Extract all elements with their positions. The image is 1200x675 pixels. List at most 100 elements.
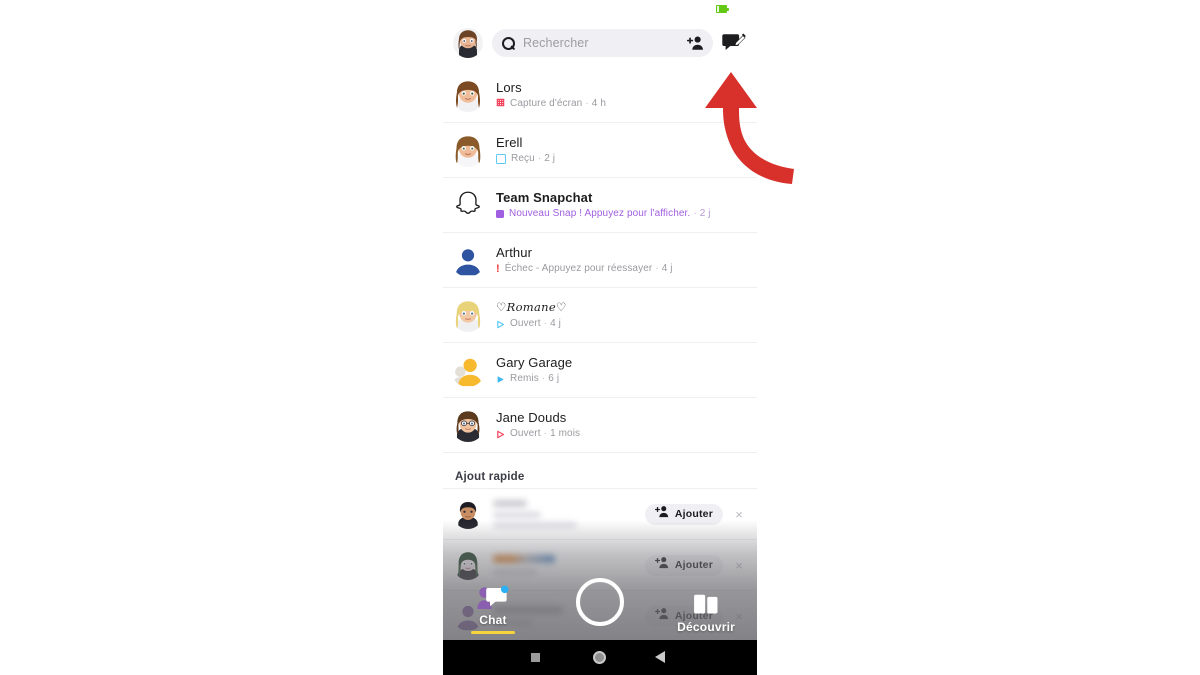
chat-status: Ouvert · 4 j — [496, 318, 567, 330]
snap-new-icon — [496, 210, 504, 218]
chat-text: Jane Douds Ouvert · 1 mois — [496, 410, 580, 440]
avatar — [451, 243, 485, 277]
tab-discover[interactable]: Découvrir — [677, 592, 735, 634]
home-button[interactable] — [593, 651, 606, 664]
snap-opened-icon — [496, 320, 505, 329]
add-button-label: Ajouter — [674, 559, 713, 571]
android-nav-bar — [443, 640, 757, 675]
quick-add-row[interactable]: Ajouter × — [443, 489, 757, 540]
quick-add-name — [493, 555, 555, 563]
chat-text: Team Snapchat Nouveau Snap ! Appuyez pou… — [496, 190, 711, 220]
phone-screen: Rechercher Lors Capture d'écran · 4 h Er… — [443, 0, 757, 675]
tab-discover-label: Découvrir — [677, 620, 735, 634]
quick-add-name — [493, 500, 527, 507]
separator-dot: · — [693, 208, 697, 219]
chat-row-gary-garage[interactable]: Gary Garage Remis · 6 j — [443, 343, 757, 398]
quick-add-text — [493, 500, 645, 528]
separator-dot: · — [585, 98, 589, 109]
avatar — [451, 298, 485, 332]
avatar — [451, 353, 485, 387]
chat-status: Nouveau Snap ! Appuyez pour l'afficher. … — [496, 208, 711, 220]
screenshot-canvas: Rechercher Lors Capture d'écran · 4 h Er… — [0, 0, 1200, 675]
discover-icon — [689, 592, 723, 618]
separator-dot: · — [543, 428, 548, 439]
chat-name: Lors — [496, 79, 522, 95]
chat-row-jane-douds[interactable]: Jane Douds Ouvert · 1 mois — [443, 398, 757, 453]
quick-add-meta — [493, 522, 577, 528]
chat-time: 1 mois — [550, 428, 581, 439]
chat-time: 2 j — [544, 153, 556, 164]
chat-name: Team Snapchat — [496, 190, 593, 205]
chat-status-text: Ouvert — [510, 428, 541, 439]
quick-add-header: Ajout rapide — [443, 453, 757, 489]
tab-chat-label: Chat — [479, 612, 507, 627]
separator-dot: · — [655, 263, 659, 274]
separator-dot: · — [541, 373, 546, 384]
snap-opened-icon — [496, 430, 505, 439]
chat-row-team-snapchat[interactable]: Team Snapchat Nouveau Snap ! Appuyez pou… — [443, 178, 757, 233]
chat-name: Erell — [496, 135, 523, 150]
failed-icon: ! — [496, 263, 500, 275]
chat-time: 4 j — [661, 263, 673, 274]
chat-received-icon — [496, 154, 506, 164]
chat-time: 6 j — [548, 373, 560, 384]
chat-status: Ouvert · 1 mois — [496, 428, 580, 440]
chat-status: ! Échec - Appuyez pour réessayer · 4 j — [496, 263, 673, 275]
tab-chat[interactable]: Chat — [471, 585, 515, 634]
chat-name: Arthur — [496, 245, 533, 260]
chat-text: Gary Garage Remis · 6 j — [496, 355, 572, 385]
chat-status-text: Nouveau Snap ! Appuyez pour l'afficher. — [509, 208, 691, 219]
dismiss-button[interactable]: × — [729, 558, 749, 573]
chat-row-erell[interactable]: Erell Reçu · 2 j — [443, 123, 757, 178]
back-button[interactable] — [655, 651, 665, 663]
quick-add-title: Ajout rapide — [455, 471, 525, 483]
chat-time: 4 h — [591, 98, 606, 109]
snap-delivered-icon — [496, 375, 505, 384]
chat-name: Gary Garage — [496, 355, 573, 370]
camera-shutter-button[interactable] — [576, 578, 624, 626]
chat-status-text: Ouvert — [510, 318, 541, 329]
chat-text: Lors Capture d'écran · 4 h — [496, 80, 606, 111]
recents-button[interactable] — [531, 653, 540, 662]
chat-status-text: Capture d'écran — [510, 98, 583, 109]
separator-dot: · — [537, 153, 542, 164]
add-friend-icon — [654, 505, 669, 523]
quick-add-subtitle — [493, 512, 541, 518]
snapchat-ghost-icon — [451, 188, 485, 222]
search-icon — [502, 36, 515, 51]
chat-status: Reçu · 2 j — [496, 153, 555, 165]
chat-status: Remis · 6 j — [496, 373, 572, 385]
app-header: Rechercher — [443, 18, 757, 68]
chat-status-text: Échec - Appuyez pour réessayer — [504, 263, 653, 274]
avatar — [451, 408, 485, 442]
chat-text: Arthur ! Échec - Appuyez pour réessayer … — [496, 245, 673, 275]
search-bar[interactable]: Rechercher — [492, 29, 713, 57]
chat-time: 2 j — [699, 208, 711, 219]
chat-time: 4 j — [550, 318, 561, 329]
chat-status: Capture d'écran · 4 h — [496, 98, 606, 111]
add-friend-icon[interactable] — [687, 35, 704, 51]
chat-name: Jane Douds — [496, 410, 567, 425]
avatar — [451, 78, 485, 112]
add-button[interactable]: Ajouter — [644, 503, 723, 525]
avatar — [451, 133, 485, 167]
separator-dot: · — [543, 318, 548, 329]
chat-status-text: Reçu — [511, 153, 535, 164]
avatar — [453, 499, 483, 529]
bottom-tab-bar: Chat Découvrir — [443, 572, 757, 640]
screenshot-icon — [496, 98, 505, 111]
profile-avatar[interactable] — [453, 28, 483, 58]
chat-text: Erell Reçu · 2 j — [496, 135, 555, 165]
add-button-label: Ajouter — [674, 508, 713, 520]
search-input[interactable]: Rechercher — [523, 36, 589, 50]
chat-name: ♡Romane♡ — [496, 300, 567, 314]
chat-row-romane[interactable]: ♡Romane♡ Ouvert · 4 j — [443, 288, 757, 343]
status-bar — [443, 0, 757, 18]
chat-status-text: Remis — [510, 373, 539, 384]
chat-row-lors[interactable]: Lors Capture d'écran · 4 h — [443, 68, 757, 123]
new-chat-icon[interactable] — [721, 30, 747, 56]
chat-text: ♡Romane♡ Ouvert · 4 j — [496, 300, 567, 330]
chat-row-arthur[interactable]: Arthur ! Échec - Appuyez pour réessayer … — [443, 233, 757, 288]
dismiss-button[interactable]: × — [729, 507, 749, 522]
tab-active-underline — [471, 630, 515, 634]
